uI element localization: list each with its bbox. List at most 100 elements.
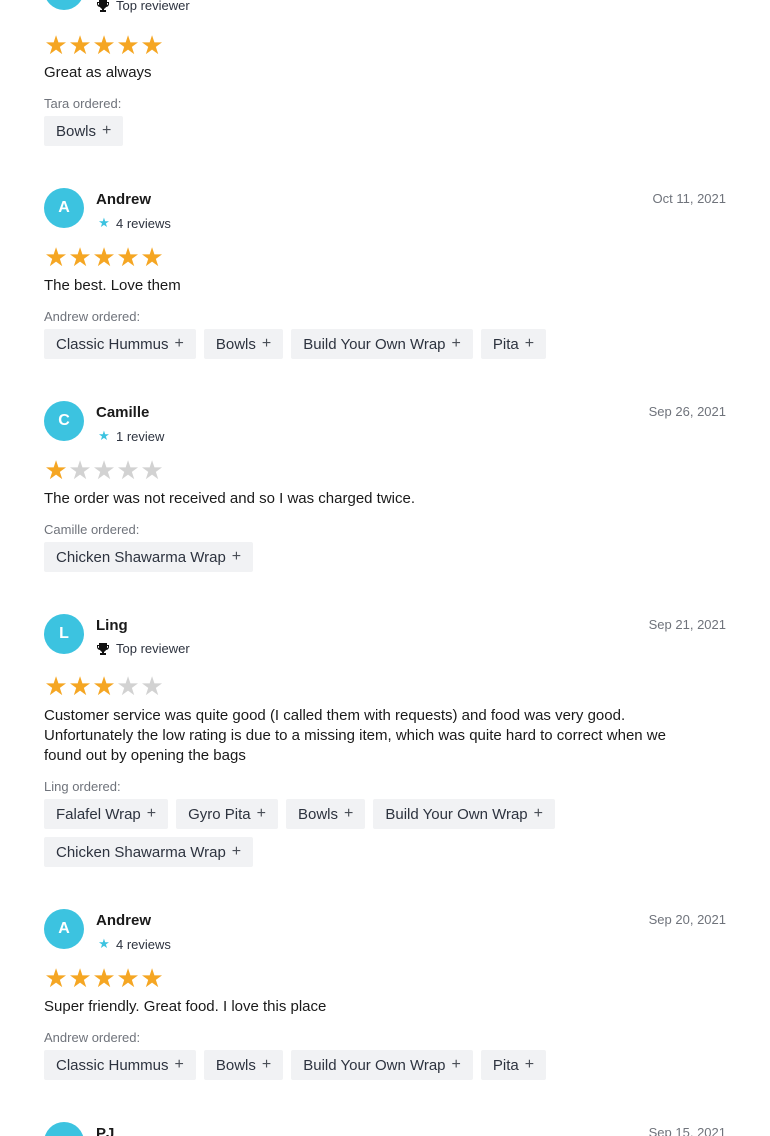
star-filled-icon: ★ [92,242,116,272]
ordered-item-chip[interactable]: Chicken Shawarma Wrap + [44,542,254,572]
star-empty-icon: ★ [116,671,140,701]
badge-label: 4 reviews [116,936,171,952]
star-empty-icon: ★ [68,455,92,485]
chip-label: Build Your Own Wrap [303,335,446,353]
ordered-items: Classic Hummus + Bowls + Build Your Own Wrap… [44,1050,726,1080]
plus-icon: + [533,805,543,822]
chip-label: Chicken Shawarma Wrap [56,548,226,566]
reviewer-badge: Top reviewer [96,0,190,13]
chip-label: Classic Hummus [56,1056,169,1074]
ordered-item-chip[interactable]: Classic Hummus + [44,329,196,359]
badge-label: Top reviewer [116,0,190,13]
review-text: Great as always [44,64,152,81]
plus-icon: + [174,1056,184,1073]
plus-icon: + [524,1056,535,1073]
ordered-label: Andrew ordered: [44,1030,141,1045]
ordered-label: Tara ordered: [44,96,122,111]
plus-icon: + [146,805,157,822]
ordered-item-chip[interactable]: Pita + [480,329,547,359]
chip-label: Build Your Own Wrap [303,1056,446,1074]
star-filled-icon: ★ [92,30,116,60]
plus-icon: + [524,335,535,352]
ordered-label: Andrew ordered: [44,309,141,324]
ordered-item-chip[interactable]: Chicken Shawarma Wrap + [44,837,254,867]
chip-label: Gyro Pita [188,805,251,823]
reviewer-badge: ★ 1 review [96,428,164,444]
ordered-item-chip[interactable]: Gyro Pita + [176,799,278,829]
ordered-label: Ling ordered: [44,779,121,794]
review-text: Customer service was quite good (I calle… [44,707,666,764]
reviewer-name[interactable]: Andrew [96,912,151,929]
star-filled-icon: ★ [116,963,140,993]
chip-label: Bowls [56,122,97,140]
star-filled-icon: ★ [116,242,140,272]
plus-icon: + [256,805,266,822]
reviewer-name[interactable]: Andrew [96,191,151,208]
star-rating: ★ ★ ★ ★ ★ [44,32,164,58]
reviewer-name[interactable]: Ling [96,617,128,634]
ordered-item-chip[interactable]: Classic Hummus + [44,1050,196,1080]
review-text: The order was not received and so I was … [44,490,416,507]
star-filled-icon: ★ [92,671,116,701]
badge-label: 4 reviews [116,215,171,231]
star-empty-icon: ★ [140,455,164,485]
reviewer-badge: Top reviewer [96,641,190,656]
star-rating: ★ ★ ★ ★ ★ [44,457,164,483]
review-date: Sep 21, 2021 [648,617,726,632]
ordered-item-chip[interactable]: Bowls + [44,116,124,146]
star-filled-icon: ★ [44,242,68,272]
ordered-items: Falafel Wrap + Gyro Pita + Bowls + Build Your … [44,799,726,867]
star-filled-icon: ★ [44,455,68,485]
plus-icon: + [231,843,242,860]
badge-label: 1 review [116,428,165,444]
ordered-items: Chicken Shawarma Wrap + [44,542,726,572]
plus-icon: + [451,1056,461,1073]
ordered-item-chip[interactable]: Build Your Own Wrap + [291,1050,473,1080]
badge-label: Top reviewer [116,641,190,656]
chip-label: Bowls [215,1056,256,1074]
star-filled-icon: ★ [68,671,92,701]
chip-label: Pita [492,1056,519,1074]
ordered-item-chip[interactable]: Falafel Wrap + [44,799,169,829]
plus-icon: + [174,335,184,352]
star-filled-icon: ★ [44,963,68,993]
review-date: Oct 11, 2021 [652,191,726,206]
star-empty-icon: ★ [140,671,164,701]
ordered-items: Classic Hummus + Bowls + Build Your Own Wrap… [44,329,726,359]
avatar: A [44,909,84,949]
chip-label: Bowls [297,805,338,823]
star-filled-icon: ★ [140,963,164,993]
ordered-item-chip[interactable]: Bowls + [203,329,284,359]
reviewer-badge: ★ 4 reviews [96,215,171,231]
review-card: T Top reviewer ★★★★★ Great as always Tar… [44,0,726,150]
avatar: L [44,614,84,654]
star-icon: ★ [98,936,110,951]
plus-icon: + [231,548,242,565]
ordered-item-chip[interactable]: Pita + [480,1050,547,1080]
chip-label: Pita [492,335,519,353]
chip-label: Bowls [215,335,256,353]
reviewer-badge: ★ 4 reviews [96,936,171,952]
review-date: Sep 15, 2021 [648,1125,726,1136]
reviewer-name[interactable]: PJ [96,1125,114,1136]
ordered-item-chip[interactable]: Build Your Own Wrap + [291,329,473,359]
avatar [44,1122,84,1136]
ordered-item-chip[interactable]: Bowls + [285,799,366,829]
ordered-item-chip[interactable]: Bowls + [203,1050,284,1080]
star-rating: ★ ★ ★ ★ ★ [44,965,164,991]
star-filled-icon: ★ [92,963,116,993]
plus-icon: + [102,122,112,139]
star-filled-icon: ★ [68,242,92,272]
review-date: Sep 26, 2021 [648,404,726,419]
reviewer-name[interactable]: Camille [96,404,149,421]
chip-label: Chicken Shawarma Wrap [56,843,226,861]
review-text: Super friendly. Great food. I love this … [44,998,327,1015]
avatar: C [44,401,84,441]
avatar: T [44,0,84,10]
star-filled-icon: ★ [44,30,68,60]
reviews-page: T Top reviewer ★★★★★ Great as always Tar… [0,0,770,1136]
star-filled-icon: ★ [140,242,164,272]
star-filled-icon: ★ [140,30,164,60]
ordered-item-chip[interactable]: Build Your Own Wrap + [373,799,555,829]
review-card: A Andrew Oct 11, 2021 ★ 4 reviews ★ ★ ★ ★ ★ … [44,188,726,368]
